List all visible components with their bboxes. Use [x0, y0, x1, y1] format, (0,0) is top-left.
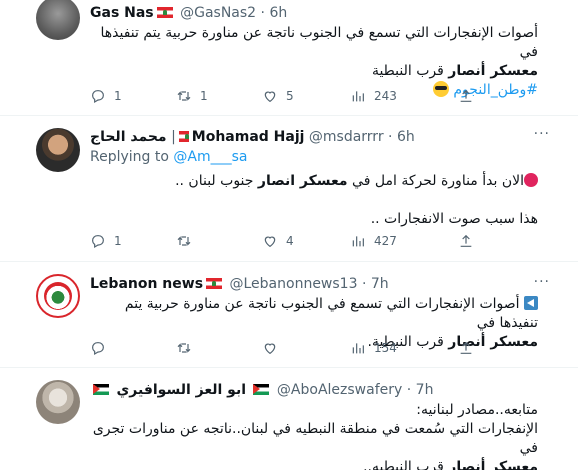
reply-icon — [92, 90, 104, 104]
like-button[interactable] — [262, 340, 286, 356]
tweet-text: متابعه..مصادر لبنانيه: الإنفجارات التي س… — [92, 402, 538, 470]
reply-button[interactable]: 1 — [90, 88, 122, 104]
display-name[interactable]: Lebanon news — [90, 276, 203, 292]
avatar[interactable] — [36, 274, 80, 318]
tweet-actions: 154 — [90, 340, 490, 358]
handle[interactable]: @AboAlezswafery — [277, 382, 402, 398]
tweet-lebanon-news[interactable]: ··· Lebanon news @Lebanonnews13 · 7h أصو… — [0, 262, 578, 368]
retweet-button[interactable]: 1 — [176, 88, 208, 104]
red-circle-emoji-icon — [524, 173, 538, 187]
lebanon-flag-icon — [206, 278, 223, 289]
heart-icon — [264, 91, 276, 103]
retweet-icon — [177, 91, 191, 101]
retweet-button[interactable] — [176, 233, 200, 249]
views-icon — [352, 343, 364, 354]
palestine-flag-icon — [93, 384, 109, 395]
reply-icon — [92, 342, 104, 356]
tweet-header: محمد الحاج | Mohamad Hajj @msdarrrr · 6h — [90, 129, 415, 145]
share-icon — [460, 234, 472, 247]
views-button[interactable]: 427 — [350, 233, 397, 249]
display-name-arabic[interactable]: محمد الحاج — [90, 129, 167, 145]
replying-to: Replying to @Am___sa — [90, 149, 248, 165]
avatar[interactable] — [36, 380, 80, 424]
tweet-gasnas[interactable]: Gas Nas @GasNas2 · 6h أصوات الإنفجارات ا… — [0, 0, 578, 116]
share-button[interactable] — [458, 88, 474, 104]
lebanon-flag-icon — [156, 7, 173, 18]
tweet-header: Gas Nas @GasNas2 · 6h — [90, 5, 288, 21]
palestine-flag-icon — [253, 384, 270, 395]
reply-icon — [92, 235, 104, 249]
tweet-header: Lebanon news @Lebanonnews13 · 7h — [90, 276, 389, 292]
share-icon — [460, 89, 472, 102]
tweet-text: الان بدأ مناورة لحركة امل في معسكر انصار… — [175, 173, 538, 227]
mention-link[interactable]: @Am___sa — [173, 149, 247, 165]
display-name[interactable]: Mohamad Hajj — [192, 129, 305, 145]
retweet-icon — [177, 236, 191, 246]
share-icon — [460, 341, 472, 354]
share-button[interactable] — [458, 340, 474, 356]
retweet-icon — [177, 343, 191, 353]
views-icon — [352, 91, 364, 102]
reply-button[interactable] — [90, 340, 114, 356]
heart-icon — [264, 236, 276, 248]
timestamp[interactable]: 6h — [269, 5, 287, 21]
reply-button[interactable]: 1 — [90, 233, 122, 249]
timestamp[interactable]: 7h — [416, 382, 434, 398]
timestamp[interactable]: 7h — [371, 276, 389, 292]
left-arrow-emoji-icon — [524, 296, 538, 310]
avatar[interactable] — [36, 0, 80, 40]
lebanon-flag-icon — [178, 131, 189, 142]
views-button[interactable]: 243 — [350, 88, 397, 104]
heart-icon — [264, 343, 276, 355]
tweet-header: ابو العز السوافيري @AboAlezswafery · 7h — [90, 381, 538, 399]
handle[interactable]: @GasNas2 — [180, 5, 256, 21]
views-icon — [352, 236, 364, 247]
views-button[interactable]: 154 — [350, 340, 397, 356]
like-button[interactable]: 5 — [262, 88, 294, 104]
display-name[interactable]: Gas Nas — [90, 5, 154, 21]
share-button[interactable] — [458, 233, 474, 249]
like-button[interactable]: 4 — [262, 233, 294, 249]
retweet-button[interactable] — [176, 340, 200, 356]
handle[interactable]: @Lebanonnews13 — [230, 276, 358, 292]
tweet-mohamad-hajj[interactable]: ··· محمد الحاج | Mohamad Hajj @msdarrrr ·… — [0, 116, 578, 262]
display-name[interactable]: ابو العز السوافيري — [116, 382, 246, 398]
timestamp[interactable]: 6h — [397, 129, 415, 145]
tweet-actions: 1 1 5 243 — [90, 88, 490, 106]
avatar[interactable] — [36, 128, 80, 172]
handle[interactable]: @msdarrrr — [309, 129, 384, 145]
tweet-aboalezswafery[interactable]: ابو العز السوافيري @AboAlezswafery · 7h … — [0, 368, 578, 470]
lebanon-news-logo — [44, 282, 72, 310]
tweet-actions: 1 4 427 — [90, 233, 490, 251]
